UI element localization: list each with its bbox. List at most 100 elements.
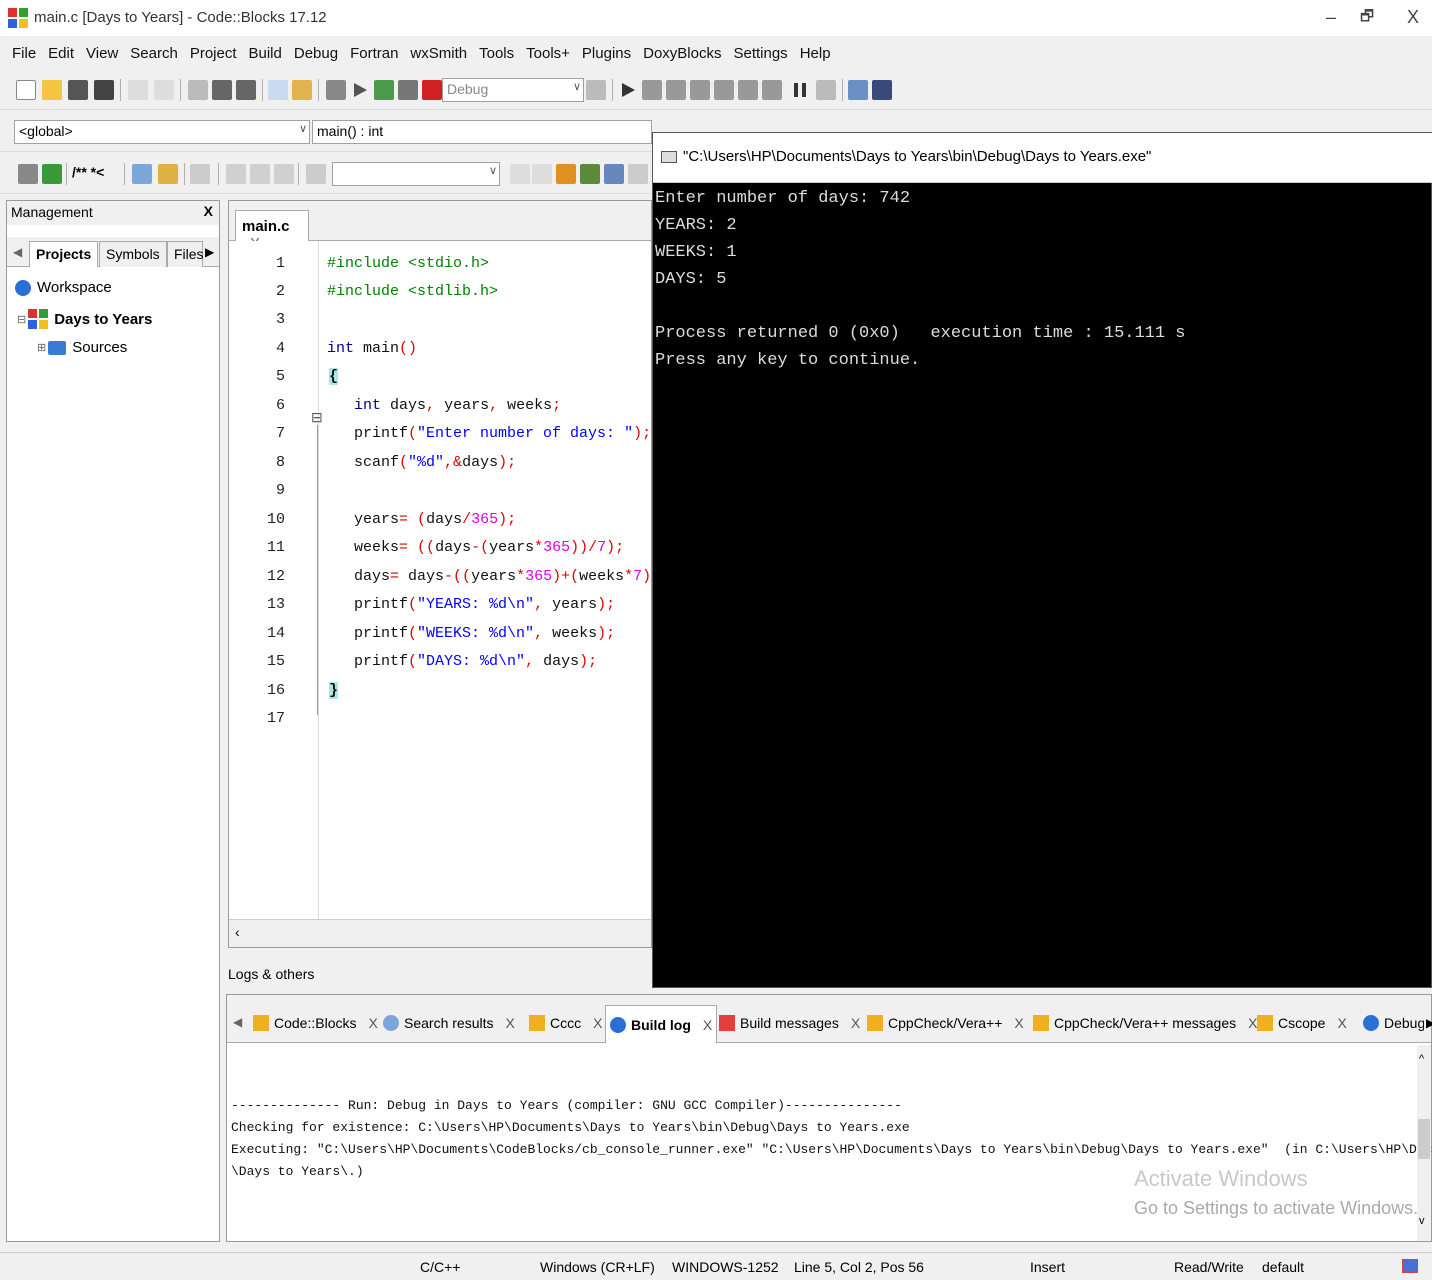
- tab-scroll-right-icon[interactable]: ▶: [205, 245, 214, 259]
- rebuild-icon[interactable]: [398, 80, 418, 100]
- code-line-2[interactable]: #include <stdlib.h>: [327, 283, 498, 300]
- maximize-button[interactable]: 🗗: [1352, 4, 1382, 30]
- scrollbar-thumb[interactable]: [1418, 1119, 1430, 1159]
- paste-icon[interactable]: [236, 80, 256, 100]
- tab-close-icon[interactable]: X: [1014, 1015, 1023, 1031]
- scroll-left-icon[interactable]: ‹: [235, 924, 240, 940]
- tab-main-c[interactable]: main.c X: [235, 210, 309, 252]
- tab-close-icon[interactable]: X: [703, 1017, 712, 1033]
- tab-close-icon[interactable]: X: [593, 1015, 602, 1031]
- debug-info-icon[interactable]: [872, 80, 892, 100]
- doxy-wizard-icon[interactable]: [18, 164, 38, 184]
- code-line-5[interactable]: {: [329, 368, 339, 385]
- save-icon[interactable]: [68, 80, 88, 100]
- horizontal-scrollbar[interactable]: ‹: [229, 919, 651, 947]
- scroll-up-icon[interactable]: ^: [1419, 1053, 1424, 1065]
- menu-wxsmith[interactable]: wxSmith: [404, 45, 473, 62]
- selected-text-only-icon[interactable]: [580, 164, 600, 184]
- code-line-12[interactable]: days= days-((years*365)+(weeks*7));: [327, 568, 669, 585]
- tab-scroll-left-icon[interactable]: ◀: [13, 245, 22, 259]
- abort-icon[interactable]: [422, 80, 442, 100]
- pause-icon[interactable]: [790, 80, 810, 100]
- menu-view[interactable]: View: [80, 45, 124, 62]
- tab-symbols[interactable]: Symbols: [99, 241, 167, 267]
- tab-cppcheck-messages[interactable]: CppCheck/Vera++ messages X: [1029, 1005, 1261, 1041]
- function-select[interactable]: main() : int: [312, 120, 652, 144]
- fold-marker-icon[interactable]: ⊟: [311, 409, 323, 425]
- tree-folder-sources[interactable]: ⊞ Sources: [37, 339, 127, 356]
- clear-bookmarks-icon[interactable]: [306, 164, 326, 184]
- code-line-11[interactable]: weeks= ((days-(years*365))/7);: [327, 539, 624, 556]
- close-button[interactable]: X: [1398, 4, 1428, 30]
- incremental-search-input[interactable]: ∨: [332, 162, 500, 186]
- search-prev-icon[interactable]: [510, 164, 530, 184]
- tab-codeblocks-log[interactable]: Code::Blocks X: [249, 1005, 382, 1041]
- scope-select[interactable]: <global> ∨: [14, 120, 310, 144]
- code-line-8[interactable]: scanf("%d",&days);: [327, 454, 516, 471]
- management-close-icon[interactable]: X: [204, 203, 213, 219]
- stop-debugger-icon[interactable]: [816, 80, 836, 100]
- tree-project[interactable]: ⊟ Days to Years: [17, 309, 152, 329]
- tab-debugger[interactable]: Debugger▶: [1359, 1005, 1432, 1041]
- cut-icon[interactable]: [188, 80, 208, 100]
- scroll-down-icon[interactable]: v: [1419, 1215, 1425, 1227]
- step-out-icon[interactable]: [714, 80, 734, 100]
- tab-scroll-left-icon[interactable]: ◀: [233, 1015, 242, 1029]
- tab-files[interactable]: Files: [167, 241, 204, 267]
- prev-bookmark-icon[interactable]: [226, 164, 246, 184]
- highlight-icon[interactable]: [556, 164, 576, 184]
- code-line-4[interactable]: int main(): [327, 340, 417, 357]
- code-line-6[interactable]: int days, years, weeks;: [327, 397, 561, 414]
- debug-continue-icon[interactable]: [618, 80, 638, 100]
- menu-tools[interactable]: Tools: [473, 45, 520, 62]
- build-target-select[interactable]: Debug ∨: [442, 78, 584, 102]
- tab-close-icon[interactable]: X: [505, 1015, 514, 1031]
- comment-block-button[interactable]: /** *<: [72, 164, 104, 180]
- menu-doxyblocks[interactable]: DoxyBlocks: [637, 45, 727, 62]
- save-all-icon[interactable]: [94, 80, 114, 100]
- step-into-icon[interactable]: [690, 80, 710, 100]
- code-line-13[interactable]: printf("YEARS: %d\n", years);: [327, 596, 615, 613]
- debug-windows-icon[interactable]: [848, 80, 868, 100]
- copy-icon[interactable]: [212, 80, 232, 100]
- undo-icon[interactable]: [128, 80, 148, 100]
- run-icon[interactable]: [350, 80, 370, 100]
- build-gear-icon[interactable]: [326, 80, 346, 100]
- menu-file[interactable]: File: [6, 45, 42, 62]
- toggle-bookmark-icon[interactable]: [250, 164, 270, 184]
- expand-icon[interactable]: ⊞: [37, 341, 46, 354]
- menu-build[interactable]: Build: [243, 45, 288, 62]
- doxy-html-icon[interactable]: [132, 164, 152, 184]
- doxy-config-icon[interactable]: [190, 164, 210, 184]
- collapse-icon[interactable]: ⊟: [17, 313, 26, 326]
- tab-cccc[interactable]: Cccc X: [525, 1005, 606, 1041]
- tab-build-messages[interactable]: Build messages X: [715, 1005, 864, 1041]
- menu-settings[interactable]: Settings: [727, 45, 793, 62]
- menu-plugins[interactable]: Plugins: [576, 45, 637, 62]
- menu-edit[interactable]: Edit: [42, 45, 80, 62]
- tab-search-results[interactable]: Search results X: [379, 1005, 519, 1041]
- menu-search[interactable]: Search: [124, 45, 184, 62]
- build-and-run-icon[interactable]: [374, 80, 394, 100]
- console-window[interactable]: "C:\Users\HP\Documents\Days to Years\bin…: [652, 132, 1432, 988]
- match-case-icon[interactable]: [604, 164, 624, 184]
- show-targets-icon[interactable]: [586, 80, 606, 100]
- code-line-1[interactable]: #include <stdio.h>: [327, 255, 489, 272]
- next-instruction-icon[interactable]: [738, 80, 758, 100]
- tab-close-icon[interactable]: X: [368, 1015, 377, 1031]
- find-icon[interactable]: [268, 80, 288, 100]
- code-line-15[interactable]: printf("DAYS: %d\n", days);: [327, 653, 597, 670]
- tab-projects[interactable]: Projects: [29, 241, 99, 267]
- tree-workspace[interactable]: Workspace: [15, 279, 112, 296]
- run-to-cursor-icon[interactable]: [642, 80, 662, 100]
- vertical-scrollbar[interactable]: ^ v: [1417, 1045, 1431, 1241]
- doxy-chm-icon[interactable]: [158, 164, 178, 184]
- tab-build-log[interactable]: Build log X: [605, 1005, 718, 1043]
- next-bookmark-icon[interactable]: [274, 164, 294, 184]
- redo-icon[interactable]: [154, 80, 174, 100]
- regex-icon[interactable]: [628, 164, 648, 184]
- menu-project[interactable]: Project: [184, 45, 243, 62]
- keyboard-language-icon[interactable]: [1402, 1259, 1418, 1273]
- new-file-icon[interactable]: [16, 80, 36, 100]
- doxy-extract-icon[interactable]: [42, 164, 62, 184]
